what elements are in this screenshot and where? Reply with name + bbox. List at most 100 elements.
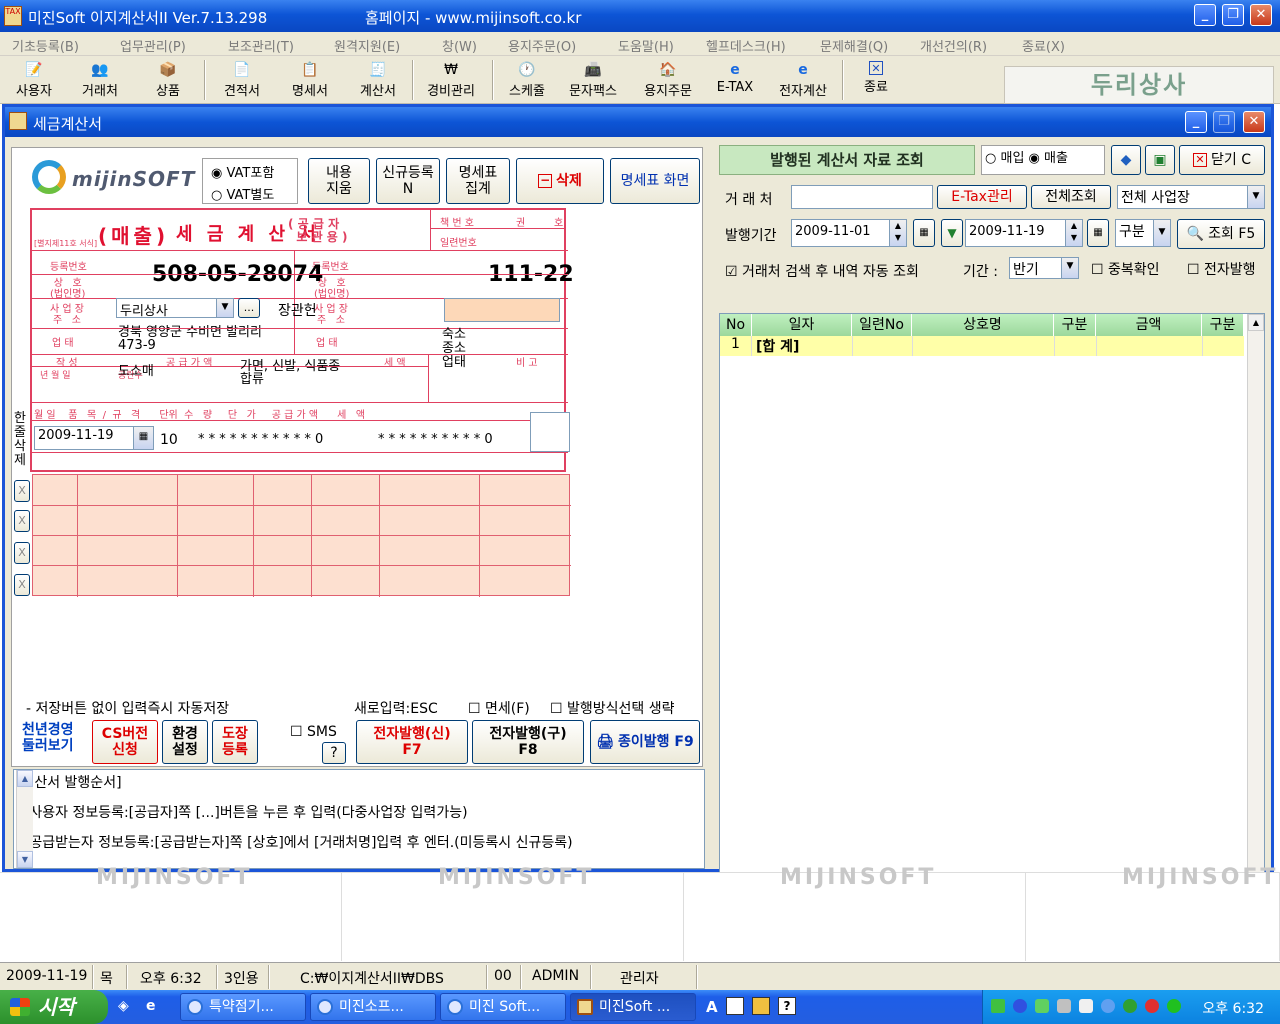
calendar-button[interactable]: ▦ bbox=[913, 219, 935, 247]
tray-icon[interactable] bbox=[1035, 999, 1049, 1013]
toolbar-client-button[interactable]: 👥 거래처 bbox=[74, 58, 126, 102]
row-delete-button[interactable]: X bbox=[14, 574, 30, 596]
menu-item-aux[interactable]: 보조관리(T) bbox=[228, 36, 294, 55]
clear-content-button[interactable]: 내용 지움 bbox=[308, 158, 370, 204]
chevron-down-icon[interactable]: ▼ bbox=[941, 219, 963, 247]
business-select[interactable]: 전체 사업장 ▼ bbox=[1117, 185, 1265, 209]
supplier-browse-button[interactable]: ... bbox=[238, 298, 260, 318]
column-header[interactable]: 일련No bbox=[852, 314, 912, 336]
help-icon[interactable]: ? bbox=[778, 997, 796, 1015]
sales-radio[interactable]: ◉ 매출 bbox=[1029, 151, 1068, 166]
tray-icon[interactable] bbox=[1167, 999, 1181, 1013]
vat-include-radio[interactable]: ◉ VAT포함 bbox=[203, 159, 297, 181]
row-delete-button[interactable]: X bbox=[14, 510, 30, 532]
taskbar-item[interactable]: 미진소프... bbox=[310, 993, 436, 1021]
toolbar-etax-button[interactable]: e E-TAX bbox=[708, 58, 762, 102]
child-minimize-button[interactable]: _ bbox=[1185, 111, 1207, 133]
row-delete-button[interactable]: X bbox=[14, 480, 30, 502]
tray-icon[interactable] bbox=[1123, 999, 1137, 1013]
toolbar-ecalc-button[interactable]: e 전자계산 bbox=[770, 58, 836, 102]
scroll-down-icon[interactable]: ▼ bbox=[17, 851, 33, 868]
minimize-button[interactable]: _ bbox=[1194, 4, 1216, 26]
settings-button[interactable]: 환경 설정 bbox=[162, 720, 208, 764]
column-header[interactable]: 상호명 bbox=[912, 314, 1054, 336]
help-button[interactable]: ? bbox=[322, 742, 346, 764]
scroll-up-icon[interactable]: ▲ bbox=[1248, 314, 1264, 331]
taskbar-item[interactable]: 미진 Soft... bbox=[440, 993, 566, 1021]
calendar-button[interactable]: ▦ bbox=[1087, 219, 1109, 247]
column-header[interactable]: 구분 bbox=[1054, 314, 1096, 336]
menu-item-troubleshoot[interactable]: 문제해결(Q) bbox=[820, 36, 888, 55]
row-delete-button[interactable]: X bbox=[14, 542, 30, 564]
refresh-button[interactable]: ◆ bbox=[1111, 145, 1141, 175]
toolbar-order-button[interactable]: 🏠 용지주문 bbox=[634, 58, 702, 102]
item-date-input[interactable]: 2009-11-19 ▦ bbox=[34, 426, 154, 450]
client-search-input[interactable] bbox=[791, 185, 933, 209]
menu-item-remote[interactable]: 원격지원(E) bbox=[334, 36, 400, 55]
e-issue-new-button[interactable]: 전자발행(신) F7 bbox=[356, 720, 468, 764]
notes-scrollbar[interactable]: ▲ ▼ bbox=[16, 770, 33, 868]
new-register-button[interactable]: 신규등록 N bbox=[376, 158, 440, 204]
yearly-management-link[interactable]: 천년경영 둘러보기 bbox=[22, 722, 74, 754]
toolbar-exit-button[interactable]: ✕ 종료 bbox=[852, 58, 900, 102]
language-indicator[interactable]: A bbox=[706, 998, 718, 1016]
ie-icon[interactable]: e bbox=[146, 998, 156, 1014]
column-header[interactable]: 구분 bbox=[1202, 314, 1244, 336]
ime-icon[interactable] bbox=[726, 997, 744, 1015]
menu-item-suggest[interactable]: 개선건의(R) bbox=[920, 36, 987, 55]
spin-icon[interactable]: ▲ ▼ bbox=[1065, 220, 1082, 246]
search-all-button[interactable]: 전체조회 bbox=[1031, 185, 1111, 209]
quicklaunch-icon[interactable]: ◈ bbox=[118, 998, 129, 1014]
scroll-up-icon[interactable]: ▲ bbox=[17, 770, 33, 787]
tray-icon[interactable] bbox=[991, 999, 1005, 1013]
menu-item-exit[interactable]: 종료(X) bbox=[1022, 36, 1065, 55]
tray-icon[interactable] bbox=[1079, 999, 1093, 1013]
tax-free-checkbox[interactable]: ☐ 면세(F) bbox=[468, 698, 530, 718]
toolbar-schedule-button[interactable]: 🕐 스케쥴 bbox=[500, 58, 554, 102]
toolbar-statement-button[interactable]: 📋 명세서 bbox=[282, 58, 338, 102]
etax-manage-button[interactable]: E-Tax관리 bbox=[937, 185, 1027, 209]
excel-export-button[interactable]: ▣ bbox=[1145, 145, 1175, 175]
child-close-button[interactable]: ✕ bbox=[1243, 111, 1265, 133]
date-from-input[interactable]: 2009-11-01 ▲ ▼ bbox=[791, 219, 907, 247]
toolbar-expense-button[interactable]: ₩ 경비관리 bbox=[418, 58, 484, 102]
buyer-name-input[interactable] bbox=[444, 298, 560, 322]
table-row[interactable]: 1 [합 계] bbox=[720, 336, 1244, 356]
menu-item-order[interactable]: 용지주문(O) bbox=[508, 36, 576, 55]
panel-close-button[interactable]: ✕ 닫기 C bbox=[1179, 145, 1265, 175]
toolbar-user-button[interactable]: 📝 사용자 bbox=[8, 58, 60, 102]
cs-apply-button[interactable]: CS버전 신청 bbox=[92, 720, 158, 764]
supplier-name-select[interactable]: 두리상사 ▼ bbox=[116, 298, 234, 318]
sms-checkbox[interactable]: ☐ SMS bbox=[290, 724, 337, 740]
tray-icon[interactable] bbox=[1057, 999, 1071, 1013]
tray-icon[interactable] bbox=[1013, 999, 1027, 1013]
toolbar-product-button[interactable]: 📦 상품 bbox=[142, 58, 194, 102]
table-scrollbar[interactable]: ▲ ▼ bbox=[1247, 314, 1264, 896]
tray-icon[interactable] bbox=[1101, 999, 1115, 1013]
start-button[interactable]: 시작 bbox=[0, 990, 108, 1024]
spin-icon[interactable]: ▲ ▼ bbox=[889, 220, 906, 246]
statement-screen-button[interactable]: 명세표 화면 bbox=[610, 158, 700, 204]
duplicate-check-checkbox[interactable]: ☐ 중복확인 bbox=[1091, 259, 1160, 279]
toolbar-fax-button[interactable]: 📠 문자팩스 bbox=[560, 58, 626, 102]
delete-button[interactable]: − 삭제 bbox=[516, 158, 604, 204]
column-header[interactable]: 금액 bbox=[1096, 314, 1202, 336]
seal-register-button[interactable]: 도장 등록 bbox=[212, 720, 258, 764]
e-issue-old-button[interactable]: 전자발행(구) F8 bbox=[472, 720, 584, 764]
paper-issue-button[interactable]: 🖨 종이발행 F9 bbox=[590, 720, 700, 764]
auto-search-checkbox[interactable]: ☑ 거래처 검색 후 내역 자동 조회 bbox=[725, 261, 919, 281]
period-select[interactable]: 반기 ▼ bbox=[1009, 257, 1079, 279]
toolbar-estimate-button[interactable]: 📄 견적서 bbox=[214, 58, 270, 102]
maximize-button[interactable]: ❐ bbox=[1222, 4, 1244, 26]
toolbar-invoice-button[interactable]: 🧾 계산서 bbox=[350, 58, 406, 102]
type-select[interactable]: 구분 ▼ bbox=[1115, 219, 1171, 247]
menu-item-window[interactable]: 창(W) bbox=[442, 36, 477, 55]
column-header[interactable]: No bbox=[720, 314, 752, 336]
taskbar-item[interactable]: 특약점기... bbox=[180, 993, 306, 1021]
remark-input[interactable] bbox=[530, 412, 570, 452]
date-to-input[interactable]: 2009-11-19 ▲ ▼ bbox=[965, 219, 1083, 247]
statement-total-button[interactable]: 명세표 집계 bbox=[446, 158, 510, 204]
purchase-radio[interactable]: ○ 매입 bbox=[985, 151, 1024, 166]
ime-icon[interactable] bbox=[752, 997, 770, 1015]
menu-item-basic[interactable]: 기초등록(B) bbox=[12, 36, 79, 55]
